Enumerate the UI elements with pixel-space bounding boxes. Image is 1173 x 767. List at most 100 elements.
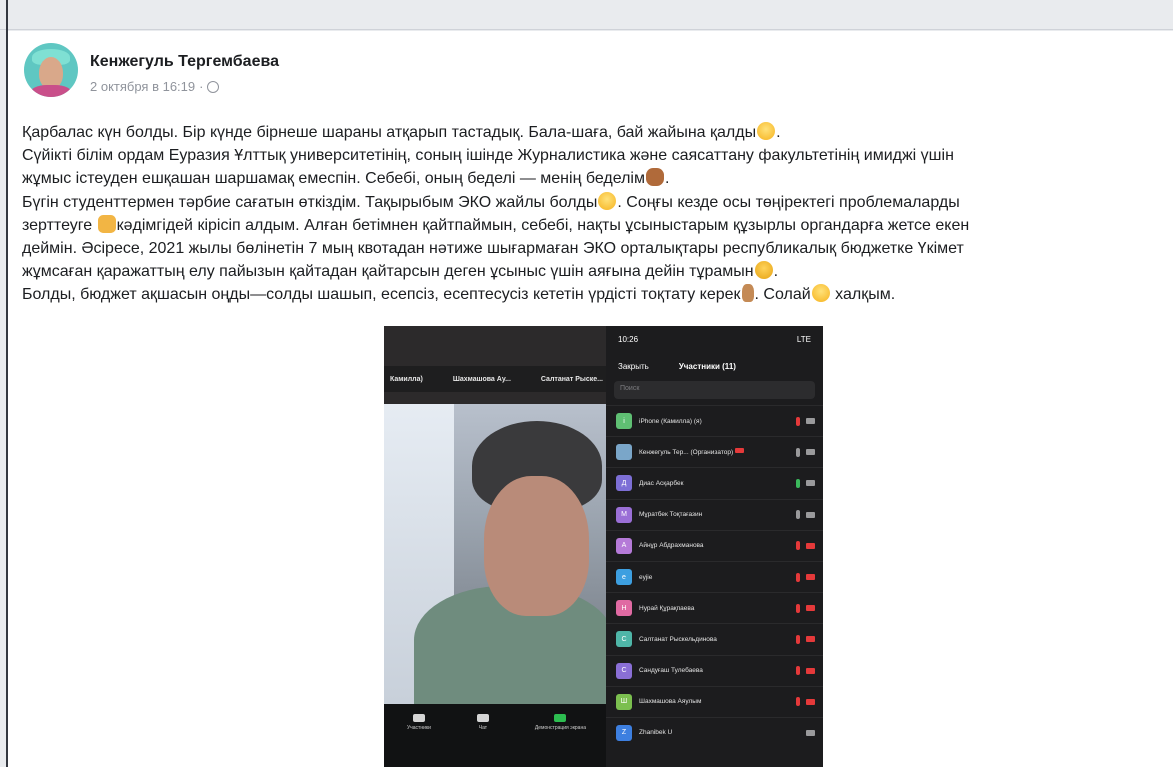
fist-emoji-icon (645, 168, 664, 187)
post-line: Сүйікті білім ордам Еуразия Ұлттық униве… (22, 147, 954, 165)
participant-name: Сандуғаш Тулебаева (639, 667, 703, 675)
microphone-icon (796, 634, 800, 644)
participant-avatar: е (616, 569, 632, 586)
person-face (484, 476, 589, 616)
microphone-icon (796, 478, 800, 488)
camera-icon (806, 574, 815, 581)
microphone-icon (796, 447, 800, 457)
status-signal: LTE (796, 335, 811, 344)
participant-name: Кенжегуль Тер... (Организатор) (639, 448, 796, 456)
participant-name: Нурай Құрақпаева (639, 604, 695, 612)
camera-icon (806, 636, 815, 643)
post-line: деймін. Әсіресе, 2021 жылы бөлінетін 7 м… (22, 240, 964, 258)
post-line: Қарбалас күн болды. Бір күнде бірнеше ша… (22, 122, 781, 141)
status-time: 10:26 (618, 335, 639, 344)
participant-avatar: С (616, 631, 632, 648)
participants-button: Участники (407, 714, 431, 731)
participant-row: Ш Шахмашова Аяулым (606, 685, 823, 717)
participant-row: е eyjie (606, 560, 823, 592)
host-badge-icon (735, 448, 745, 454)
top-bar (0, 0, 1173, 30)
globe-icon[interactable] (207, 80, 220, 93)
camera-icon (806, 698, 815, 705)
zoom-toolbar: Участники Чат Демонстрация экрана (384, 704, 609, 767)
participants-search: Поиск (614, 381, 815, 399)
participant-row: Z Zhanibek U (606, 716, 823, 748)
camera-icon (806, 605, 815, 612)
participant-name: Айнұр Абдрахманова (639, 542, 704, 550)
microphone-icon (796, 541, 800, 551)
avatar-shirt (30, 85, 72, 97)
smile-emoji-icon (598, 191, 617, 210)
close-label: Закрыть (618, 362, 649, 371)
participant-name: Zhanibek U (639, 729, 673, 737)
zoom-name-strip: Камилла) Шахмашова Ау... Салтанат Рыске.… (384, 366, 609, 392)
camera-icon (806, 511, 815, 518)
microphone-icon (796, 666, 800, 676)
microphone-icon (796, 416, 800, 426)
microphone-icon (796, 603, 800, 613)
post-line: Бүгін студенттермен тәрбие сағатын өткіз… (22, 191, 960, 211)
phone-status-bar: 10:26 LTE (606, 326, 823, 344)
camera-icon (806, 729, 815, 736)
participant-avatar: А (616, 537, 632, 554)
participants-header: Закрыть Участники (11) (606, 344, 823, 371)
camera-icon (806, 480, 815, 487)
participant-row: Н Нурай Құрақпаева (606, 592, 823, 623)
camera-icon (806, 418, 815, 425)
smile-emoji-icon (757, 122, 776, 140)
participant-avatar: i (616, 413, 632, 430)
participant-row: М Мұратбек Тоқтағазин (606, 498, 823, 530)
participants-list: i iPhone (Камилла) (я) Кенжегуль Тер... (О… (606, 405, 823, 748)
post-line: зерттеуге кәдімгідей кірісіп алдым. Алға… (22, 214, 970, 234)
microphone-icon (796, 572, 800, 582)
zoom-name: Камилла) (390, 375, 423, 383)
microphone-icon (796, 697, 800, 707)
camera-icon (806, 667, 815, 674)
post-card: Кенжегуль Тергембаева 2 октября в 16:19 … (8, 31, 1173, 767)
participant-name: Шахмашова Аяулым (639, 698, 702, 706)
participant-avatar: Z (616, 724, 632, 741)
participant-avatar: Ш (616, 693, 632, 710)
participant-row: Кенжегуль Тер... (Организатор) (606, 436, 823, 467)
photo-zoom-video[interactable]: Камилла) Шахмашова Ау... Салтанат Рыске.… (384, 326, 609, 767)
participant-avatar: М (616, 506, 632, 523)
participant-avatar: С (616, 662, 632, 679)
detective-emoji-icon (97, 214, 116, 233)
participant-row: i iPhone (Камилла) (я) (606, 405, 823, 436)
post-text: Қарбалас күн болды. Бір күнде бірнеше ша… (22, 121, 1172, 307)
post-line: Болды, бюджет ақшасын оңды—солды шашып, … (22, 284, 896, 304)
participant-name: eyjie (639, 573, 653, 581)
post-line: жұмсаған қаражаттың елу пайызын қайтадан… (22, 261, 779, 281)
pointing-finger-emoji-icon (741, 284, 754, 303)
participants-title: Участники (11) (678, 362, 736, 371)
camera-icon (806, 449, 815, 456)
meta-separator: · (199, 79, 204, 94)
participant-row: Д Диас Асқарбек (606, 467, 823, 498)
participant-row: С Сандуғаш Тулебаева (606, 654, 823, 686)
camera-icon (806, 542, 815, 549)
participant-avatar (616, 444, 632, 461)
post-line: жұмыс істеуден ешқашан шаршамақ емеспін.… (22, 168, 670, 188)
post-timestamp[interactable]: 2 октября в 16:19 (90, 79, 195, 94)
avatar[interactable] (24, 43, 78, 97)
participant-name: Диас Асқарбек (639, 479, 684, 487)
post-meta: 2 октября в 16:19 · (90, 79, 220, 94)
participant-row: А Айнұр Абдрахманова (606, 529, 823, 561)
photo-zoom-participants[interactable]: 10:26 LTE Закрыть Участники (11) Поиск i… (606, 326, 823, 767)
smile-emoji-icon (811, 284, 830, 303)
chat-icon (476, 714, 489, 722)
share-screen-icon (554, 714, 567, 722)
participant-name: Мұратбек Тоқтағазин (639, 511, 703, 519)
microphone-icon (796, 510, 800, 520)
chat-button: Чат (476, 714, 489, 731)
participants-icon (412, 714, 425, 722)
participant-name: Салтанат Рыскельдинова (639, 635, 717, 643)
author-name[interactable]: Кенжегуль Тергембаева (90, 53, 279, 71)
participant-avatar: Н (616, 600, 632, 617)
sunglasses-emoji-icon (754, 261, 773, 280)
share-screen-button: Демонстрация экрана (535, 714, 586, 731)
zoom-name: Шахмашова Ау... (452, 375, 511, 383)
participant-row: С Салтанат Рыскельдинова (606, 623, 823, 654)
participant-name: iPhone (Камилла) (я) (639, 417, 702, 425)
